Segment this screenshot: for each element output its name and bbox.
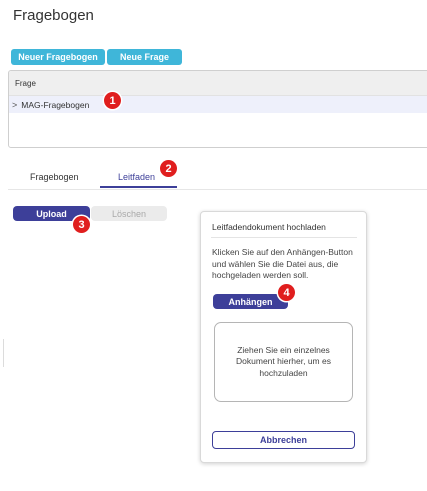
file-dropzone[interactable]: Ziehen Sie ein einzelnes Dokument hierhe… [214,322,353,402]
cancel-button[interactable]: Abbrechen [212,431,355,449]
question-list-item[interactable]: > MAG-Fragebogen [9,96,427,113]
dialog-instructions: Klicken Sie auf den Anhängen-Button und … [212,247,353,280]
delete-button[interactable]: Löschen [91,206,167,221]
dialog-title: Leitfadendokument hochladen [212,222,326,232]
new-questionnaire-button[interactable]: Neuer Fragebogen [11,49,105,65]
question-list-header: Frage [9,71,427,96]
chevron-right-icon[interactable]: > [12,100,17,110]
tab-fragebogen[interactable]: Fragebogen [30,172,79,182]
tab-leitfaden[interactable]: Leitfaden [118,172,155,182]
upload-dialog: Leitfadendokument hochladen Klicken Sie … [200,211,367,463]
active-tab-indicator [100,186,177,188]
callout-badge-2: 2 [160,160,177,177]
sidebar-edge [0,339,4,367]
tab-divider [8,189,427,190]
new-question-button[interactable]: Neue Frage [107,49,182,65]
question-list-panel: Frage > MAG-Fragebogen [8,70,427,148]
callout-badge-1: 1 [104,92,121,109]
callout-badge-4: 4 [278,284,295,301]
page: Fragebogen Neuer Fragebogen Neue Frage F… [0,0,427,491]
attach-button[interactable]: Anhängen [213,294,288,309]
page-title: Fragebogen [13,7,94,24]
dialog-divider [211,237,357,238]
callout-badge-3: 3 [73,216,90,233]
dropzone-text: Ziehen Sie ein einzelnes Dokument hierhe… [236,344,331,378]
question-item-label: MAG-Fragebogen [21,99,90,110]
